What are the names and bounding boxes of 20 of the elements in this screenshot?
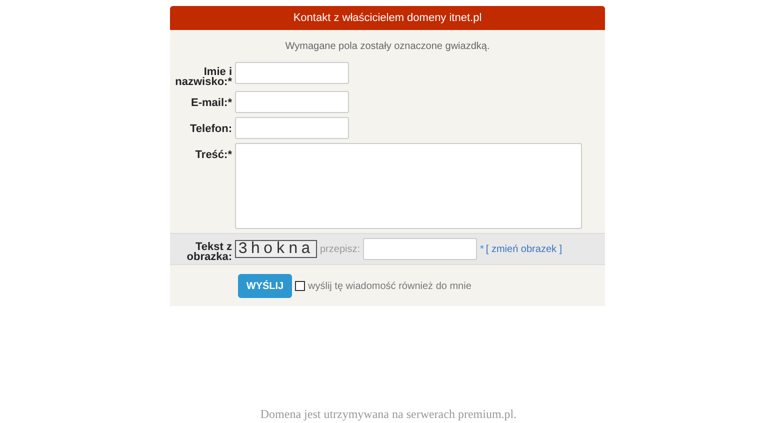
footer-text: Domena jest utrzymywana na serwerach premium.pl. — [259, 406, 518, 423]
send-button[interactable]: WYŚLIJ — [238, 274, 292, 298]
required-note: Wymagane pola zostały oznaczone gwiazdką. — [284, 40, 491, 54]
required-mark: * — [480, 242, 484, 256]
captcha-input[interactable] — [363, 238, 478, 260]
checkbox-label: wyślij tę wiadomość również do mnie — [308, 280, 472, 294]
field-label: Imie i nazwisko:* — [174, 65, 233, 87]
input-field[interactable] — [235, 62, 349, 84]
input-field[interactable] — [235, 91, 349, 113]
field-label: Treść:* — [194, 148, 233, 161]
form-header: Kontakt z właścicielem domeny itnet.pl — [170, 6, 605, 30]
field-label: Telefon: — [189, 122, 233, 135]
captcha-hint: przepisz: — [320, 242, 360, 256]
change-image-link[interactable]: [ zmień obrazek ] — [486, 242, 562, 256]
field-label: E-mail:* — [190, 96, 233, 109]
field-label: Tekst z obrazka: — [186, 240, 233, 262]
checkbox[interactable] — [295, 281, 305, 291]
input-field[interactable] — [235, 117, 349, 139]
message-field[interactable] — [235, 143, 582, 229]
captcha-image: 3hokna — [235, 240, 317, 258]
